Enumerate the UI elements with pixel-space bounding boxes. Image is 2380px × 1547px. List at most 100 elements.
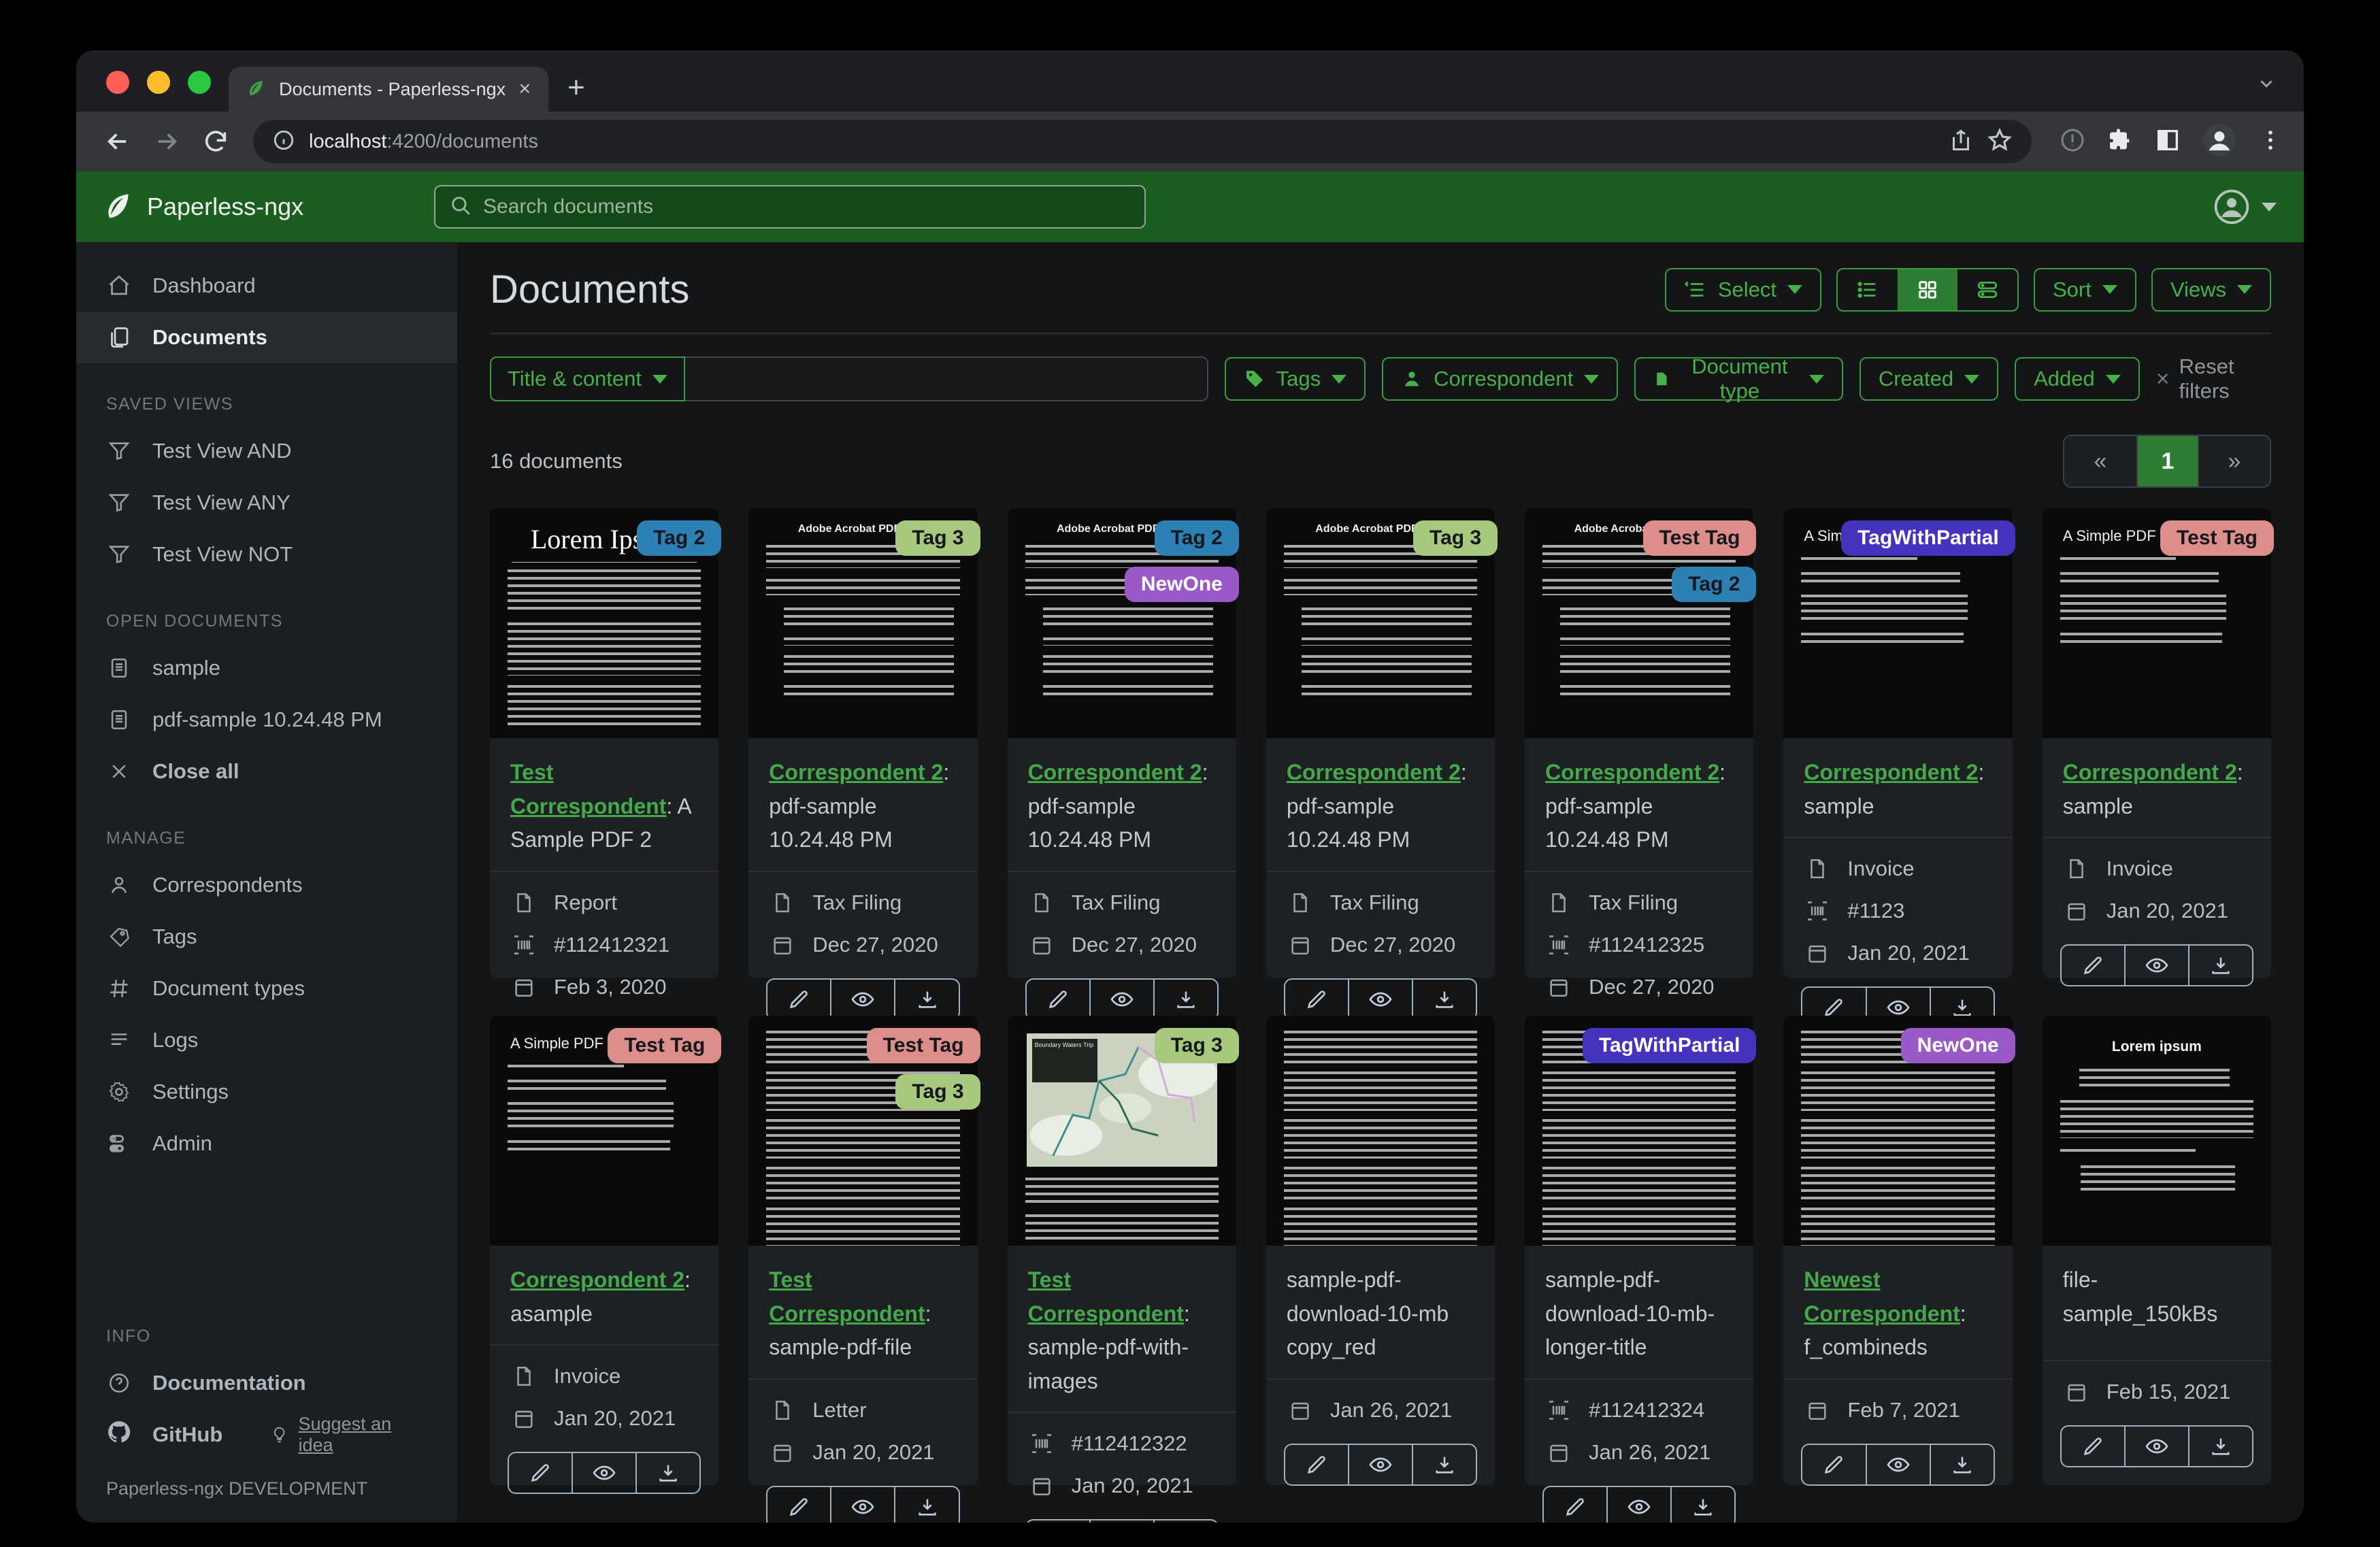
tag-badge[interactable]: TagWithPartial bbox=[1582, 1028, 1757, 1063]
detail-view-button[interactable] bbox=[1957, 269, 2017, 310]
extension-badge-icon[interactable] bbox=[2059, 127, 2086, 157]
preview-eye-button[interactable] bbox=[2123, 946, 2188, 986]
address-bar[interactable]: localhost:4200/documents bbox=[253, 120, 2032, 163]
select-button[interactable]: Select bbox=[1664, 267, 1821, 312]
edit-button[interactable] bbox=[767, 980, 830, 1019]
list-view-button[interactable] bbox=[1838, 269, 1898, 310]
preview-eye-button[interactable] bbox=[830, 1486, 894, 1523]
tags-filter-button[interactable]: Tags bbox=[1224, 357, 1366, 401]
extensions-puzzle-icon[interactable] bbox=[2106, 127, 2134, 157]
added-filter-button[interactable]: Added bbox=[2015, 357, 2140, 401]
created-filter-button[interactable]: Created bbox=[1859, 357, 1999, 401]
document-thumbnail[interactable]: Lorem ipsum bbox=[2042, 1016, 2271, 1246]
download-button[interactable] bbox=[1412, 979, 1476, 1019]
download-button[interactable] bbox=[635, 1453, 699, 1493]
tag-badge[interactable]: Tag 2 bbox=[1672, 567, 1757, 602]
forward-icon[interactable] bbox=[146, 120, 188, 163]
edit-button[interactable] bbox=[1544, 1487, 1606, 1523]
url-text[interactable]: localhost:4200/documents bbox=[309, 131, 1935, 153]
document-card-8[interactable]: Test Tag A Simple PDF File Correspondent… bbox=[490, 1016, 722, 1495]
tag-badge[interactable]: Tag 2 bbox=[1154, 520, 1239, 556]
correspondent-link[interactable]: Correspondent 2 bbox=[769, 760, 943, 784]
sidebar-item-test-view-any[interactable]: Test View ANY bbox=[76, 477, 457, 529]
download-button[interactable] bbox=[1153, 1520, 1217, 1523]
sidebar-item-test-view-and[interactable]: Test View AND bbox=[76, 425, 457, 477]
browser-menu-kebab-icon[interactable] bbox=[2258, 127, 2283, 156]
document-card-7[interactable]: Test Tag A Simple PDF File Correspondent… bbox=[2042, 508, 2274, 987]
views-button[interactable]: Views bbox=[2151, 267, 2271, 312]
download-button[interactable] bbox=[894, 979, 958, 1019]
preview-eye-button[interactable] bbox=[1347, 979, 1412, 1019]
download-button[interactable] bbox=[1929, 1444, 1994, 1484]
tag-badge[interactable]: NewOne bbox=[1124, 567, 1239, 602]
correspondent-link[interactable]: Correspondent 2 bbox=[510, 1267, 684, 1292]
tag-badge[interactable]: Test Tag bbox=[2160, 520, 2274, 556]
global-search[interactable] bbox=[434, 185, 1146, 229]
browser-tab[interactable]: Documents - Paperless-ngx × bbox=[229, 67, 548, 112]
sidebar-item-test-view-not[interactable]: Test View NOT bbox=[76, 529, 457, 580]
edit-button[interactable] bbox=[767, 1487, 830, 1523]
edit-button[interactable] bbox=[1285, 980, 1348, 1019]
correspondent-link[interactable]: Correspondent 2 bbox=[1804, 760, 1978, 784]
tag-badge[interactable]: Tag 3 bbox=[895, 1074, 980, 1110]
sidebar-item-logs[interactable]: Logs bbox=[76, 1014, 457, 1066]
document-card-3[interactable]: Tag 2 NewOne Adobe Acrobat PDF Files Corr… bbox=[1007, 508, 1239, 1020]
preview-eye-button[interactable] bbox=[2123, 1427, 2188, 1466]
preview-eye-button[interactable] bbox=[572, 1453, 635, 1493]
document-card-13[interactable]: NewOne Newest Correspondent: f_combineds… bbox=[1783, 1016, 2015, 1486]
document-card-14[interactable]: Lorem ipsum file-sample_150kBs Feb 15, 2… bbox=[2042, 1016, 2271, 1485]
side-panel-icon[interactable] bbox=[2154, 127, 2181, 157]
document-card-11[interactable]: sample-pdf-download-10-mb copy_red Jan 2… bbox=[1266, 1016, 1495, 1486]
tab-search-chevron-icon[interactable] bbox=[2256, 73, 2277, 97]
filter-text-input[interactable] bbox=[685, 356, 1208, 401]
document-card-12[interactable]: TagWithPartial sample-pdf-download-10-mb… bbox=[1525, 1016, 1757, 1523]
correspondent-link[interactable]: Correspondent 2 bbox=[2063, 760, 2237, 784]
document-card-2[interactable]: Tag 3 Adobe Acrobat PDF Files Correspond… bbox=[748, 508, 980, 1020]
sidebar-item-documents[interactable]: Documents bbox=[76, 312, 457, 363]
edit-button[interactable] bbox=[1027, 1520, 1089, 1523]
filter-field-selector[interactable]: Title & content bbox=[490, 356, 686, 401]
minimize-window-button[interactable] bbox=[147, 71, 170, 94]
tab-close-icon[interactable]: × bbox=[518, 79, 531, 99]
sidebar-item-admin[interactable]: Admin bbox=[76, 1118, 457, 1169]
document-card-4[interactable]: Tag 3 Adobe Acrobat PDF Files Correspond… bbox=[1266, 508, 1498, 1020]
user-menu[interactable] bbox=[2213, 188, 2277, 226]
app-brand[interactable]: Paperless-ngx bbox=[103, 190, 434, 224]
correspondent-link[interactable]: Correspondent 2 bbox=[1545, 760, 1719, 784]
pagination-prev-button[interactable]: « bbox=[2064, 436, 2136, 486]
document-card-6[interactable]: TagWithPartial A Simple PDF File Corresp… bbox=[1783, 508, 2015, 1029]
edit-button[interactable] bbox=[2062, 946, 2124, 985]
edit-button[interactable] bbox=[2062, 1427, 2124, 1466]
preview-eye-button[interactable] bbox=[1089, 1520, 1153, 1523]
sidebar-close-all[interactable]: Close all bbox=[76, 746, 457, 797]
preview-eye-button[interactable] bbox=[830, 979, 894, 1019]
tag-badge[interactable]: Tag 3 bbox=[1413, 520, 1498, 556]
edit-button[interactable] bbox=[1285, 1445, 1348, 1484]
edit-button[interactable] bbox=[509, 1453, 572, 1493]
tag-badge[interactable]: Tag 3 bbox=[1154, 1028, 1239, 1063]
download-button[interactable] bbox=[2187, 946, 2252, 986]
download-button[interactable] bbox=[2187, 1427, 2252, 1466]
sidebar-item-github[interactable]: GitHub bbox=[106, 1419, 222, 1450]
download-button[interactable] bbox=[894, 1486, 958, 1523]
sidebar-item-correspondents[interactable]: Correspondents bbox=[76, 859, 457, 911]
correspondent-link[interactable]: Test Correspondent bbox=[510, 760, 666, 818]
correspondent-link[interactable]: Correspondent 2 bbox=[1028, 760, 1202, 784]
reset-filters-button[interactable]: × Reset filters bbox=[2156, 354, 2271, 403]
tag-badge[interactable]: NewOne bbox=[1900, 1028, 2015, 1063]
sidebar-item-documentation[interactable]: Documentation bbox=[76, 1357, 457, 1409]
edit-button[interactable] bbox=[1027, 980, 1089, 1019]
correspondent-filter-button[interactable]: Correspondent bbox=[1382, 357, 1619, 401]
download-button[interactable] bbox=[1670, 1486, 1734, 1523]
sidebar-item-dashboard[interactable]: Dashboard bbox=[76, 260, 457, 312]
search-input[interactable] bbox=[483, 195, 1131, 218]
window-controls[interactable] bbox=[106, 71, 211, 94]
grid-view-button[interactable] bbox=[1898, 269, 1957, 310]
correspondent-link[interactable]: Test Correspondent bbox=[769, 1267, 925, 1326]
pagination-page-1[interactable]: 1 bbox=[2136, 436, 2198, 486]
reload-icon[interactable] bbox=[195, 120, 237, 163]
new-tab-button[interactable]: + bbox=[567, 71, 585, 105]
edit-button[interactable] bbox=[1802, 1445, 1865, 1484]
correspondent-link[interactable]: Newest Correspondent bbox=[1804, 1267, 1960, 1326]
document-thumbnail[interactable] bbox=[1266, 1016, 1495, 1246]
